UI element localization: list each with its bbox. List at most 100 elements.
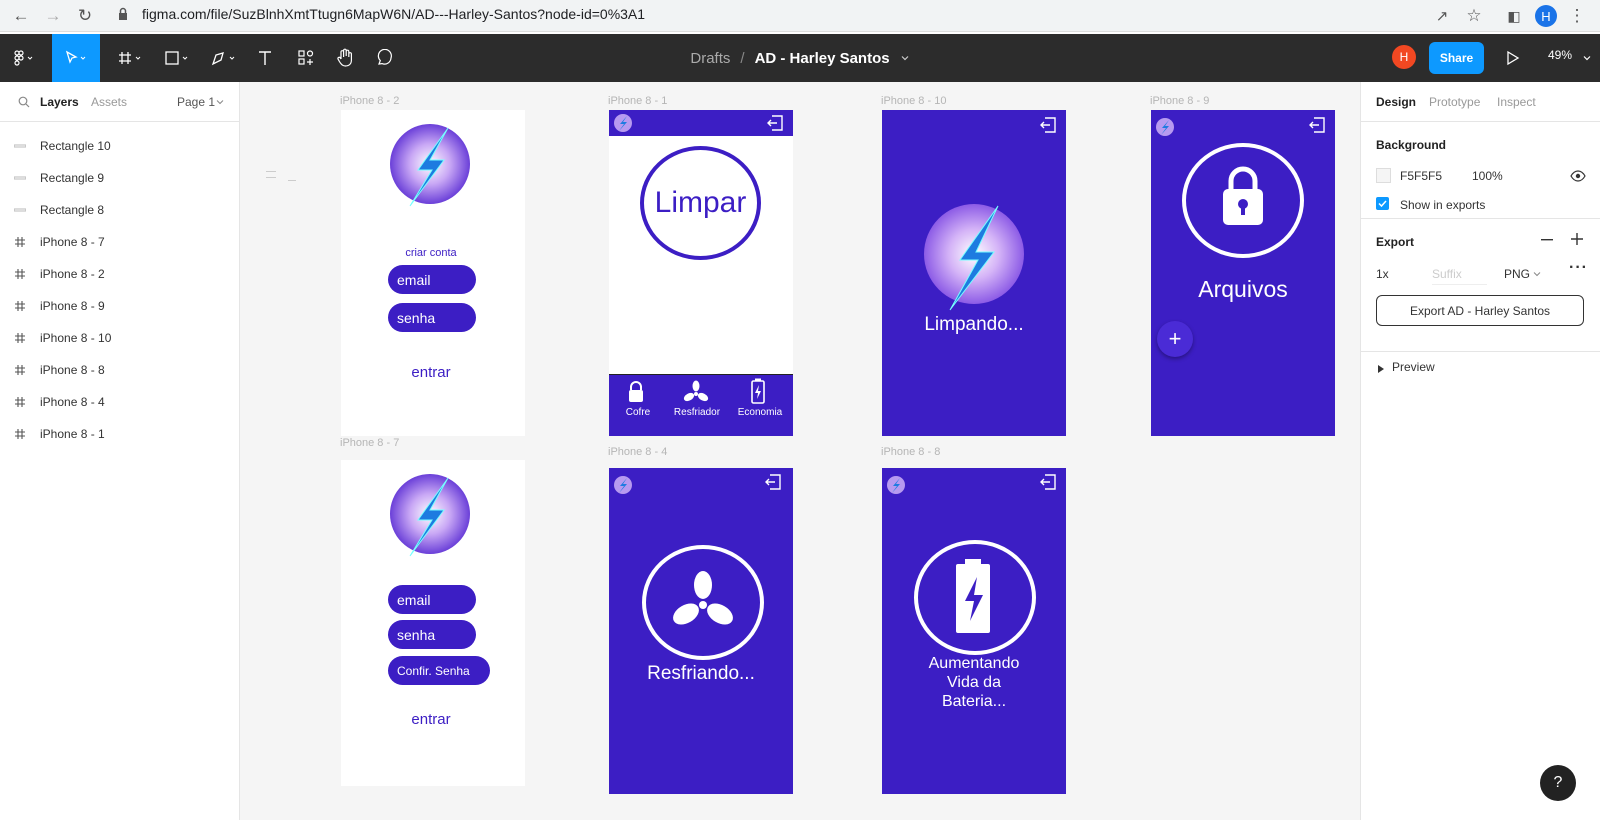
frame-label-10[interactable]: iPhone 8 - 10 — [881, 95, 946, 107]
logout-icon[interactable] — [1039, 116, 1057, 134]
nav-economia-label[interactable]: Economia — [727, 407, 793, 418]
email-field[interactable]: email — [388, 265, 476, 294]
logout-icon[interactable] — [766, 114, 784, 132]
rectangle-8-shape[interactable] — [266, 177, 276, 178]
file-breadcrumb: Drafts / AD - Harley Santos — [0, 34, 1600, 82]
email-field[interactable]: email — [388, 585, 476, 614]
caret-right-icon[interactable] — [1378, 365, 1384, 373]
side-panel-icon[interactable]: ◧ — [1503, 5, 1525, 27]
lightning-orb-logo-icon — [390, 474, 470, 557]
address-bar[interactable]: figma.com/file/SuzBlnhXmtTtugn6MapW6N/AD… — [142, 6, 645, 22]
battery-icon[interactable] — [751, 378, 765, 404]
entrar-button[interactable]: entrar — [341, 711, 521, 728]
breadcrumb-drafts[interactable]: Drafts — [690, 50, 730, 67]
export-suffix-input[interactable]: Suffix — [1432, 267, 1487, 285]
rectangle-10-shape[interactable] — [288, 180, 296, 181]
layer-name: Rectangle 9 — [40, 171, 105, 185]
tab-design[interactable]: Design — [1376, 95, 1416, 109]
help-button[interactable]: ? — [1540, 765, 1576, 801]
frame-hash-icon — [0, 364, 40, 376]
bookmark-star-icon[interactable]: ☆ — [1463, 5, 1485, 27]
frame-iphone-8-1[interactable]: Limpar Cofre Resfriador Economia — [609, 110, 793, 436]
present-play-icon[interactable] — [1506, 50, 1520, 66]
padlock-icon — [1223, 166, 1263, 225]
entrar-button[interactable]: entrar — [341, 364, 521, 381]
more-menu-icon[interactable]: ⋮ — [1566, 5, 1588, 27]
frame-iphone-8-4[interactable]: Resfriando... — [609, 468, 793, 794]
chevron-down-icon[interactable] — [900, 53, 910, 63]
back-arrow-icon[interactable]: ← — [10, 5, 32, 27]
background-opacity-input[interactable]: 100% — [1472, 169, 1503, 183]
page-selector[interactable]: Page 1 — [177, 95, 215, 109]
layer-item[interactable]: iPhone 8 - 9 — [0, 290, 240, 322]
layer-item[interactable]: Rectangle 10 — [0, 130, 240, 162]
frame-iphone-8-10[interactable]: Limpando... — [882, 110, 1066, 436]
logout-icon[interactable] — [1308, 116, 1326, 134]
browser-bar: ← → ↻ figma.com/file/SuzBlnhXmtTtugn6Map… — [0, 0, 1600, 32]
forward-arrow-icon[interactable]: → — [42, 5, 64, 27]
layer-item[interactable]: Rectangle 8 — [0, 194, 240, 226]
search-icon[interactable] — [18, 96, 30, 108]
frame-label-8[interactable]: iPhone 8 - 8 — [881, 446, 940, 458]
senha-field[interactable]: senha — [388, 620, 476, 649]
export-settings-more-icon[interactable]: ··· — [1569, 259, 1588, 277]
zoom-chevron-icon[interactable] — [1582, 53, 1592, 63]
properties-panel: Design Prototype Inspect Background F5F5… — [1360, 82, 1600, 820]
logout-icon[interactable] — [764, 473, 782, 491]
user-avatar[interactable]: H — [1392, 45, 1416, 69]
limpar-button[interactable]: Limpar — [640, 146, 761, 260]
page-chevron-icon[interactable] — [216, 98, 224, 106]
layer-item[interactable]: iPhone 8 - 4 — [0, 386, 240, 418]
rectangle-9-shape[interactable] — [266, 171, 276, 172]
layer-item[interactable]: iPhone 8 - 10 — [0, 322, 240, 354]
nav-resfriador-label[interactable]: Resfriador — [667, 407, 727, 418]
add-file-button[interactable]: + — [1157, 321, 1193, 357]
tab-prototype[interactable]: Prototype — [1429, 95, 1480, 109]
zoom-level[interactable]: 49% — [1548, 48, 1572, 62]
frame-iphone-8-7[interactable]: email senha Confir. Senha entrar — [341, 460, 525, 786]
background-hex-input[interactable]: F5F5F5 — [1400, 169, 1442, 183]
background-color-swatch[interactable] — [1376, 168, 1391, 183]
nav-cofre-label[interactable]: Cofre — [609, 407, 667, 418]
layer-item[interactable]: iPhone 8 - 2 — [0, 258, 240, 290]
frame-label-2[interactable]: iPhone 8 - 2 — [340, 95, 399, 107]
frame-label-1[interactable]: iPhone 8 - 1 — [608, 95, 667, 107]
format-chevron-icon[interactable] — [1533, 270, 1541, 278]
export-format-select[interactable]: PNG — [1504, 267, 1530, 281]
frame-iphone-8-9[interactable]: Arquivos + — [1151, 110, 1335, 436]
file-title[interactable]: AD - Harley Santos — [755, 50, 890, 67]
layer-item[interactable]: Rectangle 9 — [0, 162, 240, 194]
senha-field[interactable]: senha — [388, 303, 476, 332]
fan-icon[interactable] — [683, 380, 709, 404]
frame-iphone-8-8[interactable]: Aumentando Vida da Bateria... — [882, 468, 1066, 794]
reload-icon[interactable]: ↻ — [74, 5, 96, 27]
layer-item[interactable]: iPhone 8 - 7 — [0, 226, 240, 258]
frame-label-4[interactable]: iPhone 8 - 4 — [608, 446, 667, 458]
export-button[interactable]: Export AD - Harley Santos — [1376, 295, 1584, 326]
plus-icon[interactable] — [1571, 233, 1583, 245]
eye-visibility-icon[interactable] — [1570, 170, 1586, 182]
frame-label-7[interactable]: iPhone 8 - 7 — [340, 437, 399, 449]
design-canvas[interactable]: iPhone 8 - 2 criar conta email senha ent… — [240, 82, 1360, 820]
criar-conta-link[interactable]: criar conta — [341, 247, 521, 259]
preview-toggle[interactable]: Preview — [1392, 360, 1435, 374]
share-button[interactable]: Share — [1429, 42, 1484, 74]
show-in-exports-checkbox[interactable] — [1376, 197, 1389, 210]
export-scale-select[interactable]: 1x — [1376, 267, 1389, 281]
frame-label-9[interactable]: iPhone 8 - 9 — [1150, 95, 1209, 107]
share-page-icon[interactable]: ↗ — [1431, 5, 1453, 27]
frame-iphone-8-2[interactable]: criar conta email senha entrar — [341, 110, 525, 436]
tab-layers[interactable]: Layers — [40, 95, 79, 109]
layer-item[interactable]: iPhone 8 - 1 — [0, 418, 240, 450]
frame-hash-icon — [0, 300, 40, 312]
layer-item[interactable]: iPhone 8 - 8 — [0, 354, 240, 386]
confirm-senha-field[interactable]: Confir. Senha — [388, 656, 490, 685]
small-orb-logo-icon — [887, 476, 905, 494]
minus-icon[interactable] — [1541, 239, 1553, 241]
logout-icon[interactable] — [1039, 473, 1057, 491]
lock-icon[interactable] — [627, 381, 645, 403]
tab-inspect[interactable]: Inspect — [1497, 95, 1536, 109]
layers-panel: Layers Assets Page 1 Rectangle 10 Rectang… — [0, 82, 240, 820]
tab-assets[interactable]: Assets — [91, 95, 127, 109]
profile-avatar[interactable]: H — [1535, 5, 1557, 27]
